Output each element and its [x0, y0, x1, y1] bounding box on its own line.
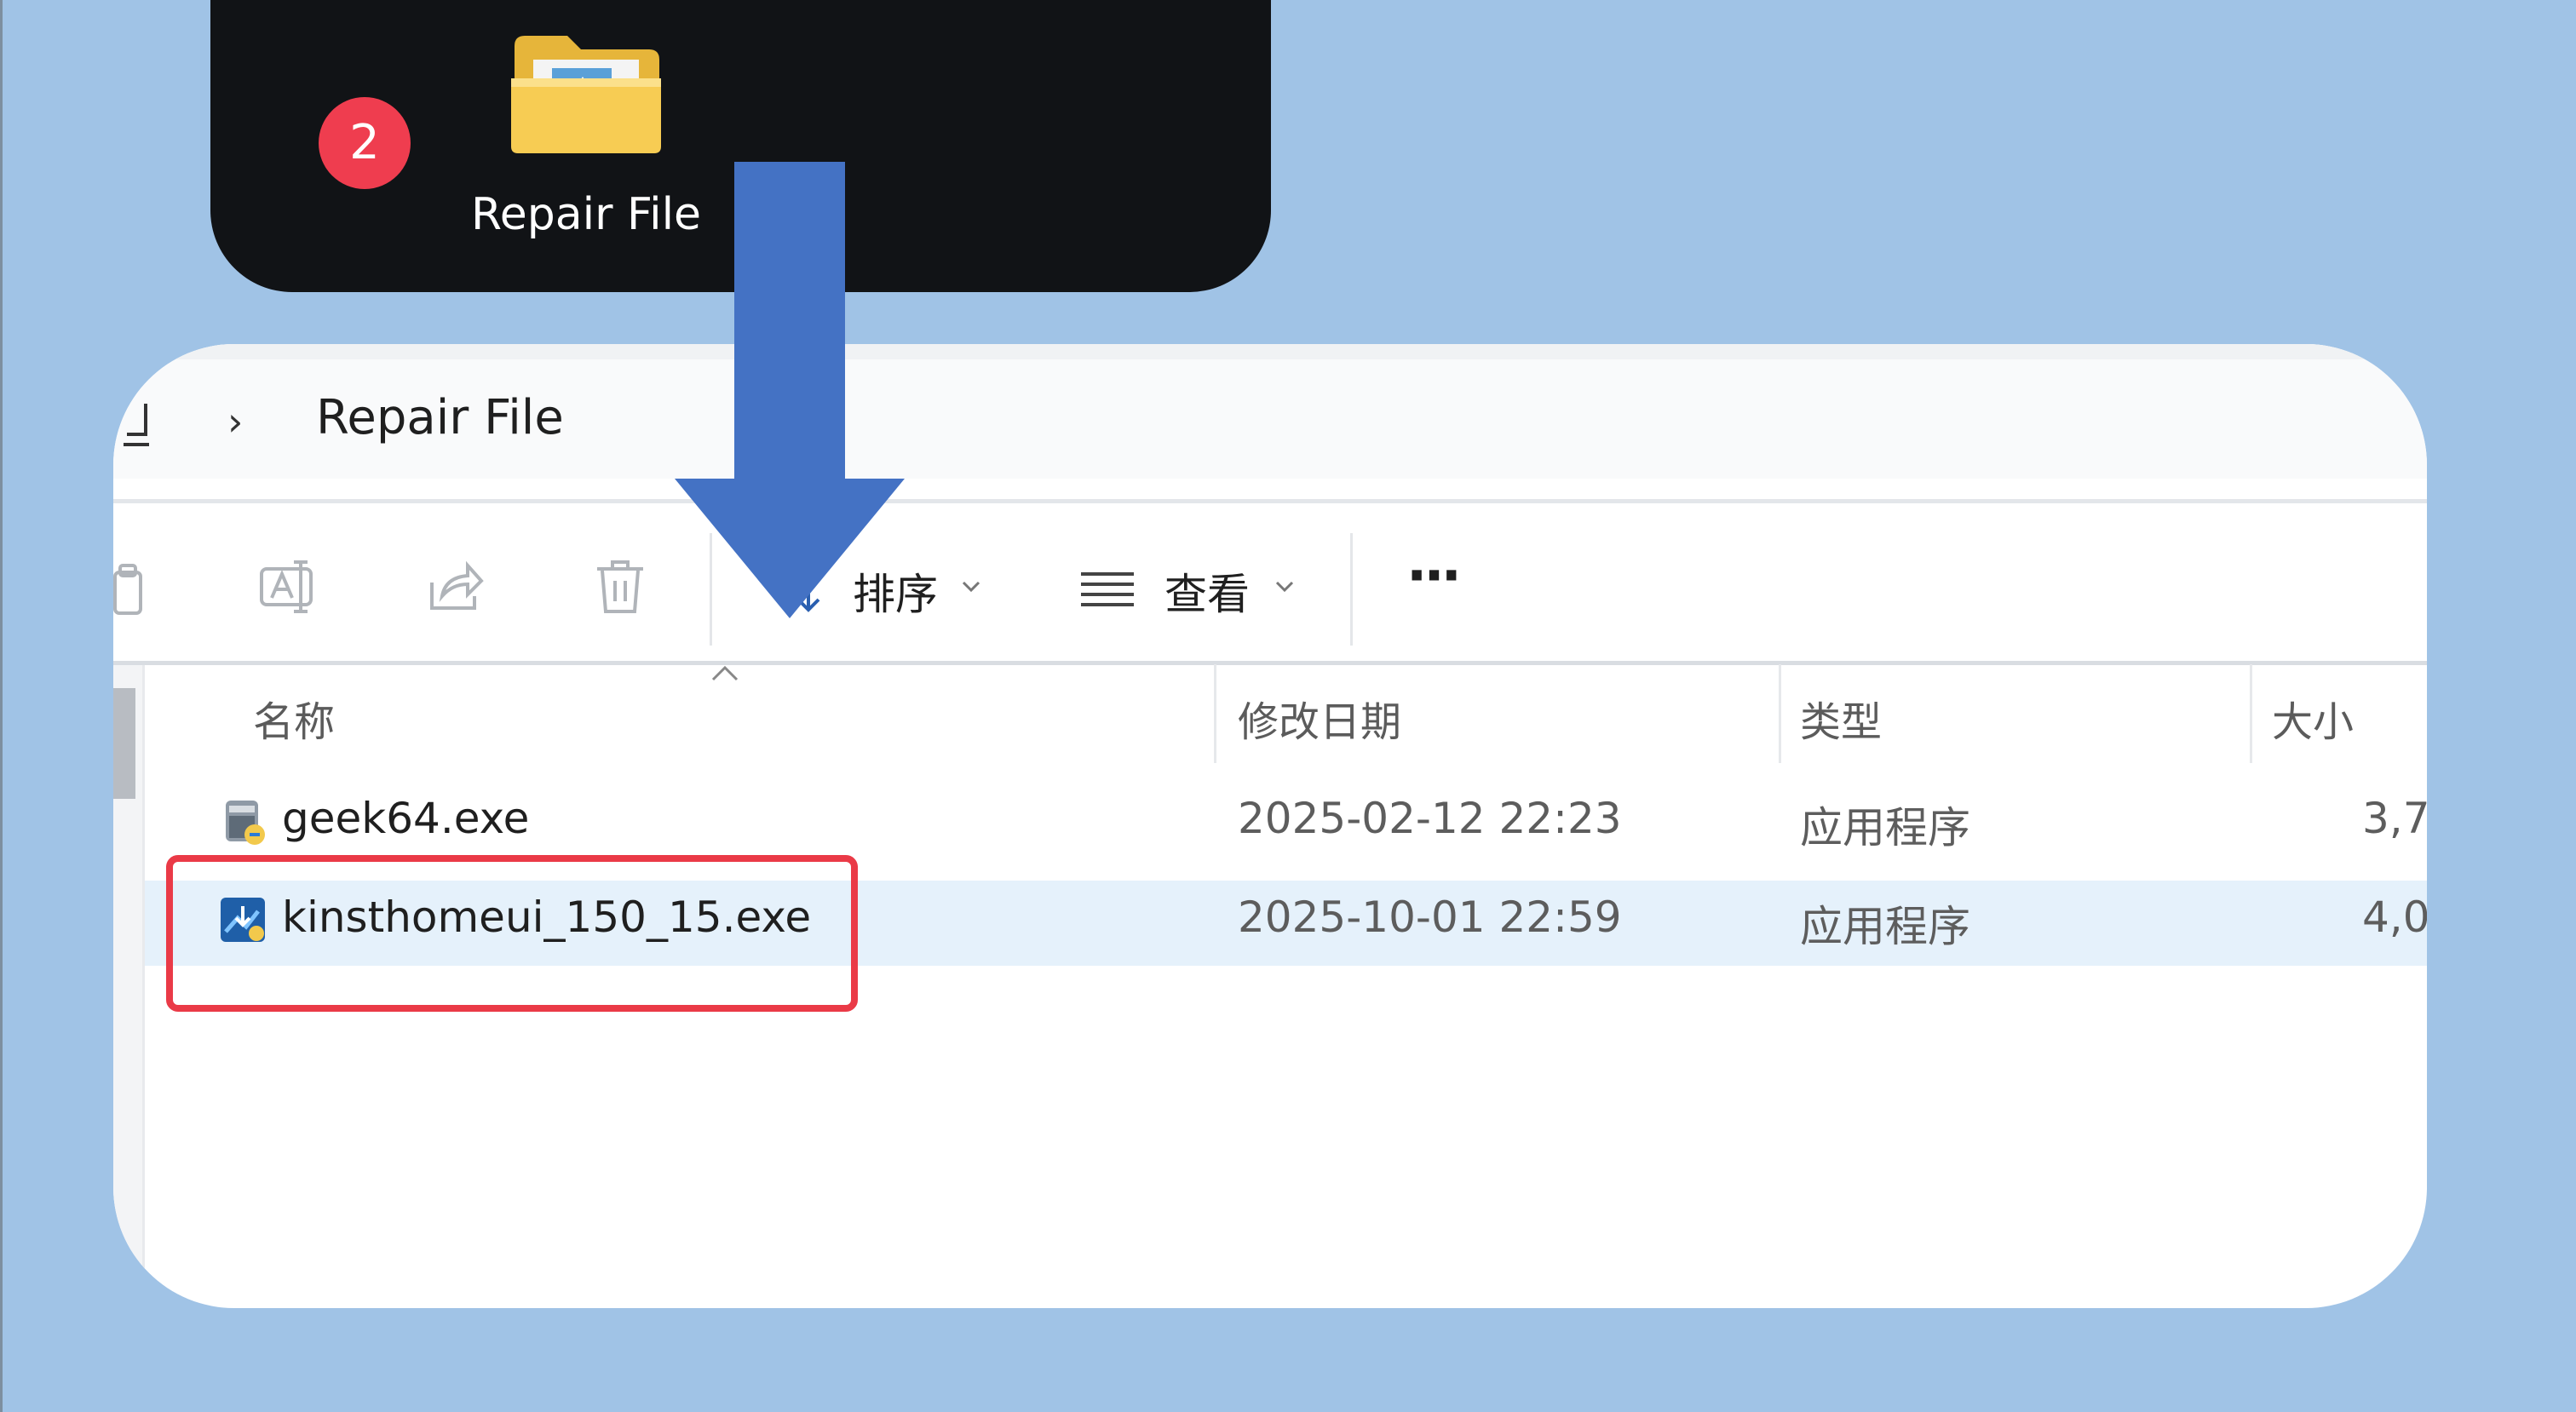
- sort-ascending-icon: [711, 665, 739, 681]
- file-type: 应用程序: [1800, 803, 1970, 852]
- breadcrumb-separator: ›: [227, 399, 244, 445]
- screen-left-edge: [0, 0, 3, 1412]
- file-type: 应用程序: [1800, 902, 1970, 951]
- toolbar-separator: [1350, 533, 1353, 646]
- share-icon[interactable]: [425, 557, 485, 617]
- column-divider[interactable]: [1214, 664, 1216, 763]
- chevron-down-icon[interactable]: [1272, 574, 1297, 600]
- file-modified: 2025-02-12 22:23: [1238, 794, 1622, 843]
- column-header-type[interactable]: 类型: [1800, 688, 1882, 748]
- folder-icon[interactable]: [508, 31, 664, 157]
- command-bar-divider: [113, 661, 2427, 665]
- highlight-box: [166, 855, 858, 1012]
- scrollbar-thumb[interactable]: [113, 688, 135, 799]
- view-icon[interactable]: [1079, 557, 1136, 617]
- step-badge: 2: [319, 97, 411, 189]
- paste-icon[interactable]: [113, 557, 144, 617]
- chevron-down-icon[interactable]: [958, 574, 984, 600]
- navigation-pane-divider: [142, 665, 145, 1308]
- file-size: 4,0: [2362, 893, 2427, 942]
- file-explorer-window: › Repair File 排序 查看 ··· 名称 修改日期 类型 大小 ge…: [113, 344, 2427, 1308]
- more-options-button[interactable]: ···: [1406, 545, 1462, 608]
- file-name[interactable]: geek64.exe: [282, 794, 529, 843]
- view-button[interactable]: 查看: [1164, 560, 1250, 622]
- file-modified: 2025-10-01 22:59: [1238, 893, 1622, 942]
- column-header-modified[interactable]: 修改日期: [1238, 688, 1401, 748]
- column-header-size[interactable]: 大小: [2272, 688, 2354, 748]
- address-bar-top-strip: [113, 344, 2427, 359]
- delete-icon[interactable]: [592, 557, 648, 617]
- breadcrumb-current-folder[interactable]: Repair File: [316, 390, 564, 445]
- rename-icon[interactable]: [258, 557, 318, 617]
- column-header-name[interactable]: 名称: [253, 688, 335, 748]
- arrow-down-icon: [675, 162, 905, 618]
- exe-file-icon: [226, 801, 265, 845]
- column-divider[interactable]: [1779, 664, 1781, 763]
- column-divider[interactable]: [2250, 664, 2252, 763]
- file-size: 3,7: [2362, 794, 2427, 843]
- this-pc-icon[interactable]: [124, 400, 158, 448]
